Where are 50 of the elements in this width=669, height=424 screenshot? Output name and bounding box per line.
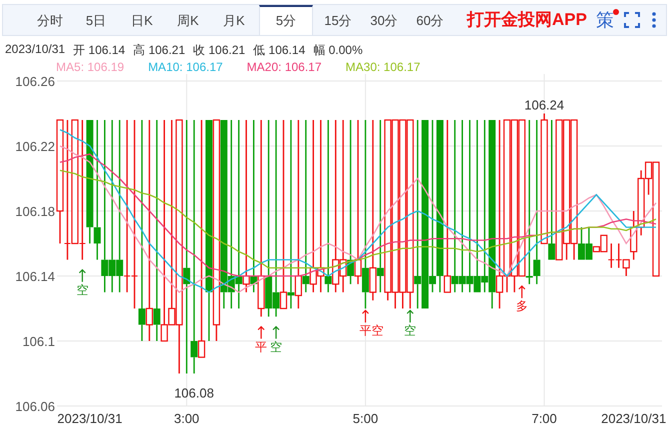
up-arrow-icon [406, 309, 414, 323]
quote-field: 高 106.21 [133, 42, 186, 59]
chart-tab[interactable]: 30分 [361, 5, 407, 35]
ma-legend-name: MA20 [246, 60, 278, 74]
quote-field: 收 106.21 [193, 42, 246, 59]
up-arrow-icon [272, 326, 280, 340]
x-axis-label: 7:00 [532, 410, 557, 424]
price-label: 106.08 [174, 385, 214, 400]
y-axis-label: 106.18 [15, 204, 55, 219]
x-axis-label: 5:00 [352, 410, 378, 424]
ma-legend-name: MA5 [56, 60, 81, 74]
ma-legend-value: : 106.19 [80, 60, 124, 74]
quote-field: 低 106.14 [253, 42, 306, 59]
quote-field: 2023/10/31 [5, 42, 66, 59]
signal-label: 多 [516, 298, 528, 313]
x-axis-label: 3:00 [174, 410, 200, 424]
chart-tab[interactable]: 60分 [407, 5, 453, 35]
up-arrow-icon [258, 326, 265, 340]
signal-label: 空 [404, 323, 416, 338]
ma-legend-name: MA10 [148, 60, 180, 74]
chart-tab[interactable]: 日K [119, 5, 165, 35]
y-axis-label: 106.26 [15, 74, 55, 89]
chart-tab[interactable]: 5分 [259, 5, 313, 35]
ma-legend-name: MA30 [346, 60, 377, 74]
chart-tab[interactable]: 分时 [27, 5, 73, 35]
quote-field: 幅 0.00% [313, 42, 363, 59]
y-axis-label: 106.1 [22, 334, 55, 349]
strategy-button[interactable]: 策 [592, 5, 618, 35]
y-axis-label: 106.14 [15, 268, 55, 284]
ma-legend-value: : 106.17 [376, 60, 420, 74]
x-axis-label: 2023/10/31 [601, 410, 666, 424]
quote-field: 开 106.14 [73, 42, 126, 59]
up-arrow-icon [518, 284, 526, 298]
chart-tab[interactable]: 月K [211, 5, 257, 35]
chart-tab[interactable]: 周K [165, 5, 211, 35]
x-axis-label: 2023/10/31 [57, 410, 122, 424]
up-arrow-icon [78, 268, 86, 282]
signal-label: 空 [270, 339, 282, 354]
ma-legend-value: : 106.17 [278, 60, 322, 74]
y-axis-label: 106.06 [15, 398, 55, 414]
y-axis-label: 106.22 [15, 138, 55, 154]
chart-tab[interactable]: 5日 [73, 5, 119, 35]
chart-tab[interactable]: 15分 [315, 5, 361, 35]
price-label: 106.24 [524, 97, 564, 112]
signal-label: 空 [76, 282, 88, 297]
signal-label: 平 [255, 339, 268, 354]
ma-legend-value: : 106.17 [179, 60, 223, 74]
open-app-link[interactable]: 打开金投网APP [467, 8, 587, 32]
up-arrow-icon [362, 309, 370, 323]
signal-label: 平空 [359, 323, 384, 338]
